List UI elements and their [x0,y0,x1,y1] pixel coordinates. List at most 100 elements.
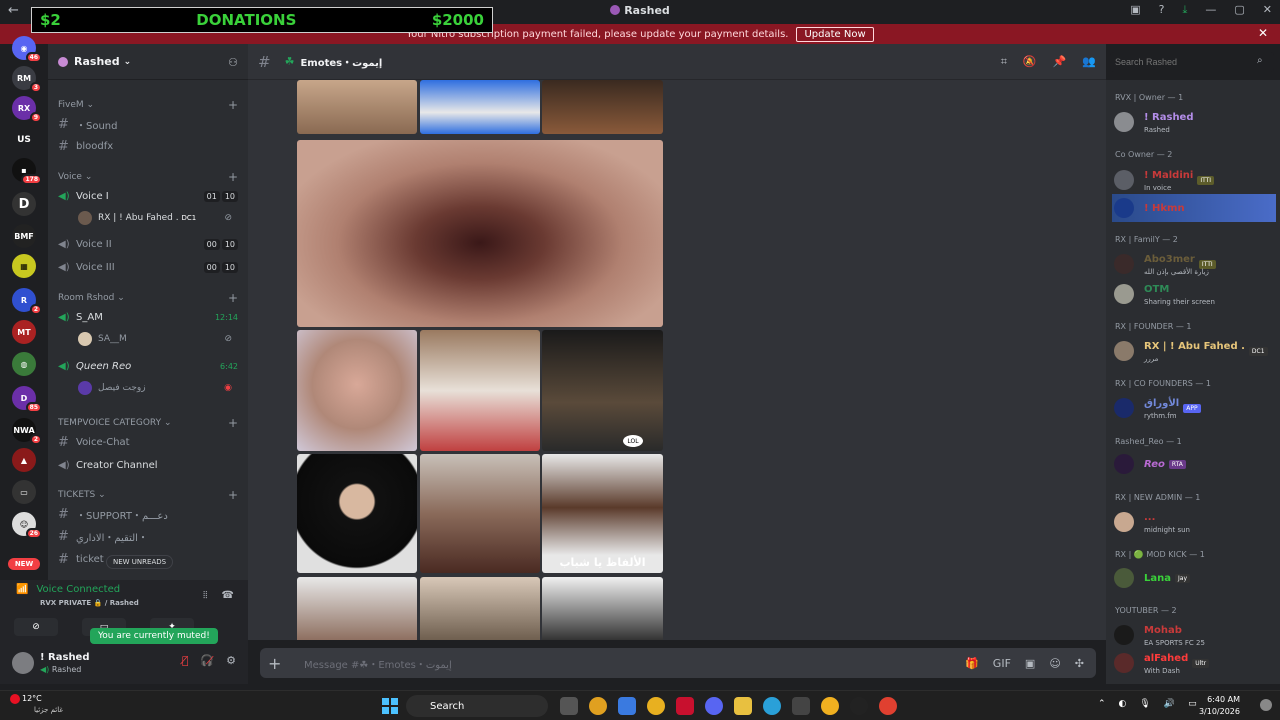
gif-image[interactable] [542,577,663,640]
category-fivem[interactable]: FiveM ⌄ + [58,98,238,112]
voice-channel-1[interactable]: ◀) Voice I 01 10 [58,186,238,206]
gif-image[interactable] [297,454,417,573]
message-composer[interactable]: + Message #☘・Emotes・إيموت 🎁 GIF ▣ ☺ ✣ [260,648,1096,678]
member-item[interactable]: RX | ! Abu Fahed . DC1 مررر [1112,337,1276,365]
gif-image[interactable] [420,80,540,134]
gif-image[interactable] [420,577,540,640]
channel-bloodfx[interactable]: # bloodfx [58,136,238,156]
voice-user[interactable]: RX | ! Abu Fahed . DC1 ⊘ [78,208,238,228]
gif-image[interactable]: الألفاظ يا شباب [542,454,663,573]
mic-muted-icon[interactable]: 🎙̸ [182,654,189,667]
voice-channel-name[interactable]: RVX PRIVATE 🔒 / Rashed [40,599,139,607]
weather-icon[interactable] [10,694,20,704]
chrome-icon[interactable] [879,697,897,715]
member-item[interactable]: الأوراق APP rythm.fm [1112,394,1276,422]
voice-user[interactable]: زوجت فيصل ◉ [78,378,238,398]
member-item[interactable]: Lana Jay [1112,564,1276,592]
deafen-icon[interactable]: 🎧̸ [200,654,214,667]
member-item[interactable]: Reo RTA [1112,450,1276,478]
chevron-up-icon[interactable]: ⌃ [1098,699,1106,709]
channel-sound[interactable]: # ・Sound [58,114,238,134]
clock[interactable]: 6:40 AM 3/10/2026 [1196,694,1240,718]
server-icon[interactable]: US [12,128,36,152]
attach-plus-icon[interactable]: + [268,654,292,673]
gif-image[interactable] [542,80,663,134]
camera-button[interactable]: ⊘ [14,618,58,636]
voice-channel-sam[interactable]: ◀) S_AM 12:14 [58,307,238,327]
add-channel-icon[interactable]: + [228,416,238,430]
folder-icon[interactable] [734,697,752,715]
add-channel-icon[interactable]: + [228,98,238,112]
noise-suppression-icon[interactable]: ⦙⦙ [203,590,207,601]
help-icon[interactable]: ? [1159,3,1165,17]
category-room-rshod[interactable]: Room Rshod ⌄ + [58,291,238,305]
server-icon[interactable]: D 85 [12,386,42,413]
app-icon[interactable] [647,697,665,715]
inbox-icon[interactable]: ▣ [1130,3,1140,17]
emoji-icon[interactable]: ☺ [1049,657,1060,670]
voice-user[interactable]: SA__M ⊘ [78,329,238,349]
task-view-icon[interactable] [560,697,578,715]
gif-image[interactable] [297,577,417,640]
notifications-icon[interactable]: 🔕 [1023,55,1037,69]
direct-messages-icon[interactable]: ◉ 46 [12,36,42,63]
member-item[interactable]: Mohab EA SPORTS FC 25 [1112,621,1276,649]
weather-desc[interactable]: غائم جزئيا [34,706,63,714]
sticker-icon[interactable]: ▣ [1025,657,1035,670]
server-icon[interactable]: RX 9 [12,96,42,123]
discord-icon[interactable] [705,697,723,715]
gif-icon[interactable]: GIF [993,657,1011,670]
channel-creator[interactable]: ◀) Creator Channel [58,455,238,475]
github-icon[interactable] [850,697,868,715]
server-icon[interactable]: RM 3 [12,66,42,93]
gif-image[interactable] [297,140,663,327]
channel-support[interactable]: # ・SUPPORT・دعـــم [58,504,238,524]
voice-channel-3[interactable]: ◀) Voice III 00 10 [58,257,238,277]
download-icon[interactable]: ⤓ [1183,3,1188,17]
member-item[interactable]: OTM Sharing their screen [1112,280,1276,308]
gif-image[interactable] [297,80,417,134]
member-item[interactable]: ! Hkmn [1112,194,1276,222]
voice-status[interactable]: 📶 Voice Connected [16,584,120,595]
add-channel-icon[interactable]: + [228,170,238,184]
chrome-icon[interactable] [589,697,607,715]
edge-icon[interactable] [763,697,781,715]
windows-start-icon[interactable] [382,698,398,714]
add-channel-icon[interactable]: + [228,291,238,305]
server-icon[interactable]: ▭ [12,480,36,504]
gear-icon[interactable]: ⚙ [226,654,236,667]
network-icon[interactable]: ◐ [1119,699,1127,709]
member-item[interactable]: Abo3mer ITTI زيارة الأقصى بإذن الله [1112,250,1276,278]
channel-admin[interactable]: # التقيم・الاداري・ [58,526,238,546]
server-icon[interactable]: BMF [12,224,36,248]
apps-icon[interactable]: ✣ [1075,657,1084,670]
voice-channel-2[interactable]: ◀) Voice II 00 10 [58,234,238,254]
category-voice[interactable]: Voice ⌄ + [58,170,238,184]
voice-channel-queen[interactable]: ◀) Queen Reo 6:42 [58,356,238,376]
member-item[interactable]: ... midnight sun [1112,508,1276,536]
server-icon[interactable]: ▦ [12,254,36,278]
new-servers-pill[interactable]: NEW [8,558,40,570]
acrobat-icon[interactable] [676,697,694,715]
invite-icon[interactable]: ⚇ [228,56,238,69]
message-input[interactable]: Message #☘・Emotes・إيموت [304,656,452,671]
new-unreads-pill[interactable]: NEW UNREADS [106,555,174,569]
gif-image[interactable] [420,454,540,573]
copilot-icon[interactable] [618,697,636,715]
search-input[interactable] [1110,52,1274,72]
update-now-button[interactable]: Update Now [796,26,874,42]
server-icon[interactable]: ◍ [12,352,36,376]
speaker-icon[interactable]: 🔊 [1164,699,1175,709]
members-icon[interactable]: 👥 [1082,55,1096,69]
member-item[interactable]: alFahed Ultr With Dash [1112,649,1276,677]
search-icon[interactable]: ⌕ [1257,55,1263,66]
close-banner-icon[interactable]: ✕ [1258,26,1268,40]
disconnect-icon[interactable]: ☎ [222,590,234,601]
taskbar-search[interactable]: Search [406,695,548,717]
server-icon[interactable]: NWA 2 [12,418,42,445]
server-icon[interactable]: ☺ 26 [12,512,42,539]
server-icon[interactable]: R2 [12,288,42,315]
maximize-icon[interactable]: ▢ [1234,3,1244,17]
minimize-icon[interactable]: — [1205,3,1216,17]
server-icon[interactable]: D [12,192,36,216]
